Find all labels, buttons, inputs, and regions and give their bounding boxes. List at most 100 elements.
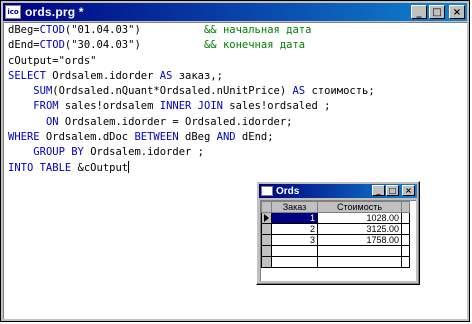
code-token: &cOutput (71, 161, 129, 174)
code-token: sales!ordsalem (58, 100, 160, 113)
code-keyword: INNER JOIN (159, 100, 223, 113)
row-marker[interactable] (261, 212, 272, 224)
code-keyword: SELECT (8, 69, 46, 82)
minimize-button[interactable]: _ (411, 5, 427, 19)
maximize-button[interactable]: □ (429, 5, 445, 19)
table-row[interactable] (261, 256, 410, 268)
row-marker[interactable] (261, 256, 272, 268)
column-header-cost[interactable]: Стоимость (317, 201, 402, 213)
table-row[interactable]: 1 1028.00 (261, 212, 410, 224)
cell-zakaz[interactable] (271, 245, 318, 257)
code-line[interactable]: WHERE Ordsalem.dDoc BETWEEN dBeg AND dEn… (8, 130, 375, 145)
maximize-icon: □ (432, 6, 442, 18)
cell-filler (401, 245, 410, 257)
code-keyword: WHERE (8, 131, 40, 144)
code-keyword: AS (292, 85, 306, 98)
code-comment: && конечная дата (203, 39, 306, 52)
code-token: ("30.04.03") (64, 39, 204, 52)
code-token: Ordsalem.idorder (45, 69, 160, 82)
code-token: стоимость; (305, 85, 375, 98)
code-line[interactable]: ON Ordsalem.idorder = Ordsaled.idorder; (8, 115, 375, 130)
code-token: dBeg= (8, 24, 40, 36)
title-bar[interactable]: ico ords.prg * _ □ × (3, 3, 467, 21)
column-header-filler (401, 201, 410, 213)
code-comment: && начальная дата (203, 24, 312, 36)
close-icon: × (405, 186, 412, 195)
code-keyword: GROUP BY (33, 146, 84, 159)
cell-cost[interactable] (317, 256, 402, 268)
cell-cost[interactable]: 3125.00 (317, 223, 402, 235)
minimize-icon: _ (416, 6, 422, 18)
table-row[interactable]: 2 3125.00 (261, 223, 410, 235)
row-marker-header (261, 201, 272, 213)
row-marker[interactable] (261, 234, 272, 246)
code-line[interactable]: dBeg=CTOD("01.04.03") && начальная дата (8, 23, 375, 38)
code-token: Ordsalem.idorder = Ordsaled.idorder; (58, 115, 293, 128)
cell-filler (401, 212, 410, 224)
code-line[interactable]: INTO TABLE &cOutput (8, 160, 375, 176)
browse-title: Ords (276, 185, 300, 197)
code-keyword: AND (216, 131, 236, 144)
code-token: (Ordsaled.nQuant*Ordsaled.nUnitPrice) (52, 85, 293, 98)
code-text[interactable]: dBeg=CTOD("01.04.03") && начальная дата d… (8, 23, 375, 176)
code-line[interactable]: SELECT Ordsalem.idorder AS заказ,; (8, 69, 375, 84)
table-row[interactable] (261, 245, 410, 257)
code-token: заказ,; (172, 69, 223, 82)
browse-minimize-button[interactable]: _ (372, 185, 385, 196)
code-keyword: AS (159, 69, 173, 82)
editor-window[interactable]: ico ords.prg * _ □ × dBeg=CTOD("01.04.03… (0, 0, 470, 322)
browse-title-bar[interactable]: Ords _ □ × (259, 184, 417, 198)
code-token: Ordsalem.dDoc (39, 131, 135, 144)
code-line[interactable]: SUM(Ordsaled.nQuant*Ordsaled.nUnitPrice)… (8, 84, 375, 99)
code-keyword: FROM (33, 100, 59, 113)
code-line[interactable]: dEnd=CTOD("30.04.03") && конечная дата (8, 38, 375, 53)
code-line[interactable]: FROM sales!ordsalem INNER JOIN sales!ord… (8, 99, 375, 114)
code-line[interactable]: cOutput="ords" (8, 54, 375, 69)
cell-cost[interactable]: 1758.00 (317, 234, 402, 246)
text-cursor (128, 160, 130, 173)
table-row[interactable]: 3 1758.00 (261, 234, 410, 246)
cell-filler (401, 223, 410, 235)
code-keyword: CTOD (39, 24, 65, 36)
row-marker[interactable] (261, 245, 272, 257)
row-marker[interactable] (261, 223, 272, 235)
browse-grid[interactable]: Заказ Стоимость 1 1028.00 2 3125.00 3 1758.00 (260, 200, 416, 281)
cell-filler (401, 256, 410, 268)
maximize-icon: □ (388, 186, 397, 195)
code-token: ("01.04.03") (64, 24, 204, 36)
window-title: ords.prg * (25, 5, 84, 19)
code-keyword: INTO TABLE (8, 161, 72, 174)
code-token: cOutput="ords" (8, 54, 97, 67)
cell-zakaz[interactable] (271, 256, 318, 268)
code-token: dEnd= (8, 39, 40, 52)
code-keyword: ON (45, 115, 59, 128)
cell-cost[interactable]: 1028.00 (317, 212, 402, 224)
code-editor[interactable]: dBeg=CTOD("01.04.03") && начальная дата d… (3, 22, 467, 319)
cell-filler (401, 234, 410, 246)
cell-cost[interactable] (317, 245, 402, 257)
browse-maximize-button[interactable]: □ (386, 185, 399, 196)
column-header-zakaz[interactable]: Заказ (271, 201, 318, 213)
current-row-pointer-icon (264, 214, 269, 222)
browse-close-button[interactable]: × (402, 185, 415, 196)
close-button[interactable]: × (449, 5, 465, 19)
code-token: Ordsalem.idorder ; (83, 146, 204, 159)
code-keyword: CTOD (39, 39, 65, 52)
code-keyword: BETWEEN (134, 131, 179, 144)
code-keyword: SUM (33, 85, 53, 98)
code-line[interactable]: GROUP BY Ordsalem.idorder ; (8, 145, 375, 160)
code-token: sales!ordsaled ; (222, 100, 331, 113)
cell-zakaz[interactable]: 2 (271, 223, 318, 235)
code-token: dEnd; (235, 131, 274, 144)
close-icon: × (452, 6, 462, 18)
browse-window-ords[interactable]: Ords _ □ × Заказ Стоимость 1 1028.00 2 3… (256, 181, 420, 285)
program-file-icon[interactable]: ico (5, 5, 21, 19)
minimize-icon: _ (376, 186, 381, 195)
cell-zakaz[interactable]: 1 (271, 212, 318, 224)
cell-zakaz[interactable]: 3 (271, 234, 318, 246)
table-icon (261, 186, 273, 196)
